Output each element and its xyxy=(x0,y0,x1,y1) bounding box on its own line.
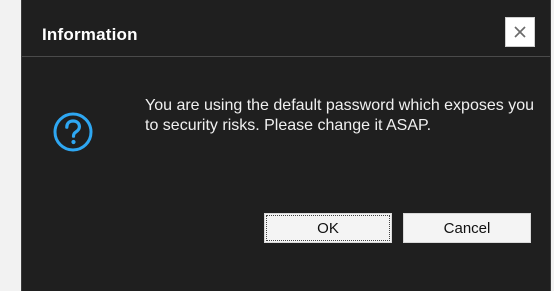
close-button[interactable] xyxy=(505,17,535,47)
dialog-title: Information xyxy=(42,25,138,44)
close-icon xyxy=(514,26,526,38)
screen: Information You are using the default pa… xyxy=(0,0,554,291)
dialog-titlebar: Information xyxy=(22,0,550,57)
dialog-message: You are using the default password which… xyxy=(145,97,534,134)
ok-button[interactable]: OK xyxy=(264,213,392,243)
cancel-button[interactable]: Cancel xyxy=(403,213,531,243)
information-dialog: Information You are using the default pa… xyxy=(21,0,551,291)
question-circle-icon xyxy=(53,112,93,152)
